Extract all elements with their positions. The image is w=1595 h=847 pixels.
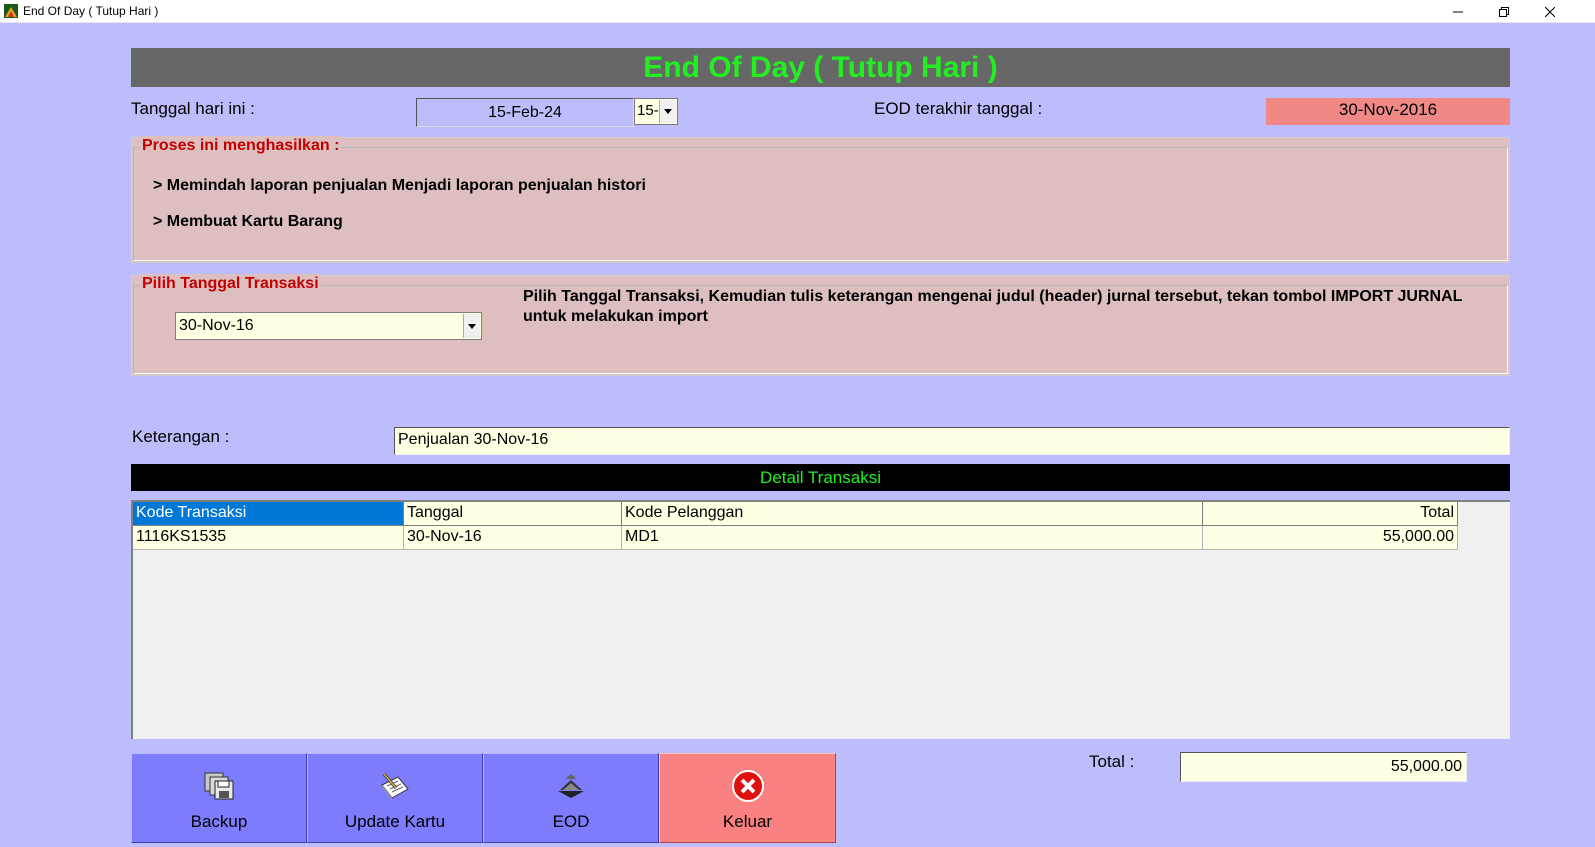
update-kartu-button[interactable]: Update Kartu xyxy=(307,753,483,843)
chevron-down-icon[interactable] xyxy=(659,100,676,123)
column-header-kode-transaksi[interactable]: Kode Transaksi xyxy=(133,502,404,526)
minimize-icon xyxy=(1453,11,1463,12)
notepad-pencil-icon xyxy=(377,770,413,802)
cell-kode-transaksi[interactable]: 1116KS1535 xyxy=(133,526,404,550)
transaction-date-select[interactable]: 30-Nov-16 xyxy=(175,312,482,340)
window-title: End Of Day ( Tutup Hari ) xyxy=(23,4,159,18)
column-header-total[interactable]: Total xyxy=(1203,502,1458,526)
cell-tanggal[interactable]: 30-Nov-16 xyxy=(404,526,622,550)
window-title-bar[interactable]: End Of Day ( Tutup Hari ) xyxy=(0,0,1595,23)
cell-total[interactable]: 55,000.00 xyxy=(1203,526,1458,550)
process-group: Proses ini menghasilkan : > Memindah lap… xyxy=(131,136,1510,263)
process-line-1: > Memindah laporan penjualan Menjadi lap… xyxy=(153,177,646,194)
update-kartu-button-label: Update Kartu xyxy=(344,812,446,831)
detail-title: Detail Transaksi xyxy=(131,464,1510,491)
cell-kode-pelanggan[interactable]: MD1 xyxy=(622,526,1203,550)
close-circle-icon xyxy=(730,770,766,802)
page-title: End Of Day ( Tutup Hari ) xyxy=(131,48,1510,87)
detail-grid[interactable]: Kode Transaksi Tanggal Kode Pelanggan To… xyxy=(131,500,1510,739)
process-group-legend: Proses ini menghasilkan : xyxy=(140,136,342,156)
date-select-legend: Pilih Tanggal Transaksi xyxy=(140,274,321,294)
backup-button-label: Backup xyxy=(190,812,248,831)
today-date-field[interactable]: 15-Feb-24 xyxy=(416,98,634,127)
grid-header-row: Kode Transaksi Tanggal Kode Pelanggan To… xyxy=(133,502,1458,526)
today-date-picker[interactable]: 15- xyxy=(634,98,678,125)
restore-button[interactable] xyxy=(1481,0,1527,23)
last-eod-label: EOD terakhir tanggal : xyxy=(874,99,1043,118)
eod-button-label: EOD xyxy=(552,812,590,831)
floppy-disks-icon xyxy=(201,770,237,802)
restore-icon xyxy=(1499,6,1509,17)
column-header-kode-pelanggan[interactable]: Kode Pelanggan xyxy=(622,502,1203,526)
date-select-help-text: Pilih Tanggal Transaksi, Kemudian tulis … xyxy=(523,288,1463,325)
column-header-tanggal[interactable]: Tanggal xyxy=(404,502,622,526)
chevron-down-icon[interactable] xyxy=(463,314,480,338)
total-field: 55,000.00 xyxy=(1180,752,1467,782)
eject-arrow-icon xyxy=(553,770,589,802)
app-icon xyxy=(4,4,18,18)
today-label: Tanggal hari ini : xyxy=(131,99,255,118)
close-icon xyxy=(1545,6,1555,17)
total-label: Total : xyxy=(1089,752,1135,771)
keterangan-label: Keterangan : xyxy=(132,427,230,446)
table-row[interactable]: 1116KS1535 30-Nov-16 MD1 55,000.00 xyxy=(133,526,1458,550)
process-line-2: > Membuat Kartu Barang xyxy=(153,213,343,230)
minimize-button[interactable] xyxy=(1435,0,1481,23)
eod-button[interactable]: EOD xyxy=(483,753,659,843)
today-date-picker-value: 15- xyxy=(637,102,659,119)
transaction-date-value: 30-Nov-16 xyxy=(179,317,254,334)
keluar-button-label: Keluar xyxy=(722,812,773,831)
backup-button[interactable]: Backup xyxy=(131,753,307,843)
keluar-button[interactable]: Keluar xyxy=(659,753,836,843)
close-window-button[interactable] xyxy=(1527,0,1573,23)
last-eod-date: 30-Nov-2016 xyxy=(1266,98,1510,125)
keterangan-input[interactable]: Penjualan 30-Nov-16 xyxy=(394,427,1510,455)
